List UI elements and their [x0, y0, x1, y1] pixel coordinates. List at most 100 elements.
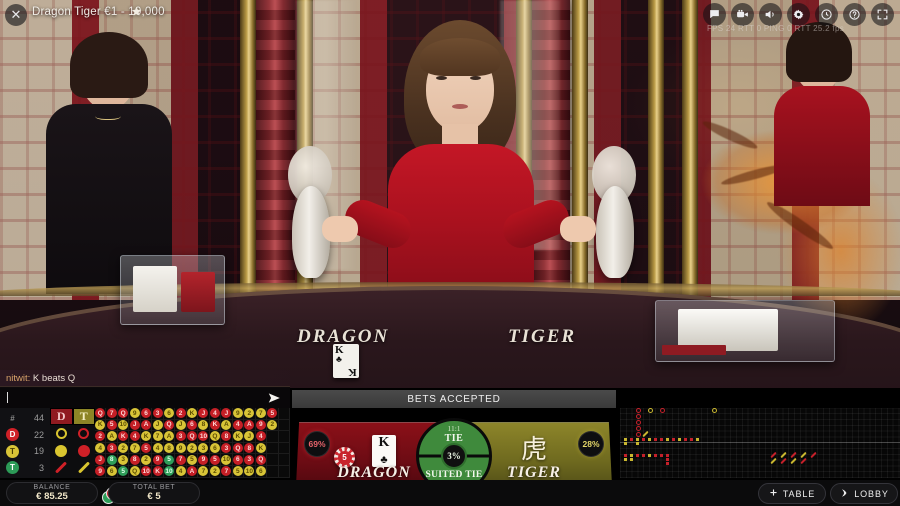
bead-result-t: 4: [95, 443, 106, 454]
bead-result-d: 6: [141, 408, 152, 419]
bead-result-t: 5: [186, 454, 197, 465]
bead-road-cell: 6: [209, 442, 222, 455]
bead-result-d: Q: [186, 431, 197, 442]
total-bet-display[interactable]: TOTAL BET € 5: [108, 482, 200, 504]
bead-road-cell: 3: [175, 431, 187, 443]
bead-result-d: J: [198, 408, 209, 419]
bead-road-cell: 6: [186, 419, 199, 432]
help-question-icon[interactable]: [843, 3, 866, 26]
video-camera-icon[interactable]: [731, 3, 754, 26]
bead-road-cell: 6: [255, 465, 268, 478]
bead-road-cell: 7: [152, 431, 164, 443]
road-mark: [642, 454, 645, 457]
bead-result-t: 2: [209, 466, 220, 477]
bead-road-cell: K: [140, 431, 153, 443]
balance-display[interactable]: BALANCE € 85.25: [6, 482, 98, 504]
bead-result-d: J: [129, 419, 140, 430]
bead-result-t: 10: [244, 466, 255, 477]
bead-road-cell: 7: [221, 465, 233, 478]
bead-road-cell: 2: [244, 408, 256, 420]
statistics-badge: #: [10, 413, 15, 423]
bead-road-cell: [267, 454, 279, 466]
bead-road-cell: [267, 431, 279, 443]
favourite-star-icon[interactable]: [131, 6, 142, 20]
bead-result-d: 3: [221, 443, 232, 454]
bead-road-cell: A: [140, 419, 153, 432]
bead-result-d: A: [186, 466, 197, 477]
bead-result-d: Q: [95, 408, 106, 419]
bead-road-cell: 9: [95, 465, 107, 478]
bead-result-tie: 10: [164, 466, 175, 477]
bead-road-cell: 4: [152, 442, 164, 455]
send-paper-plane-icon[interactable]: [267, 391, 281, 405]
roadmap-left-panel: #44 D 22 T 19 T 3 D T Q7Q963 6 2 K J 4 J…: [0, 408, 290, 478]
road-mark: [660, 408, 665, 413]
bead-road-cell: J: [221, 408, 233, 420]
chat-input-row[interactable]: [0, 386, 290, 408]
bead-road-cell: Q: [163, 419, 176, 432]
bead-road-cell: 10: [140, 465, 153, 478]
bead-road-cell: 8: [244, 442, 256, 455]
road-mark: [624, 438, 627, 441]
chat-icon[interactable]: [703, 3, 726, 26]
bead-result-t: 3: [118, 454, 129, 465]
bead-result-t: A: [221, 419, 232, 430]
sound-icon[interactable]: [759, 3, 782, 26]
tie-percent-badge: 3%: [441, 443, 467, 469]
bead-result-t: 7: [198, 466, 209, 477]
bead-road-cell: K: [232, 431, 245, 443]
bead-result-t: 4: [175, 466, 186, 477]
road-mark: [642, 438, 645, 441]
bead-road-cell: Q: [117, 408, 130, 420]
fullscreen-icon[interactable]: [871, 3, 894, 26]
bead-result-t: 2: [141, 454, 152, 465]
bead-road-cell: 4: [255, 431, 268, 443]
lobby-label: LOBBY: [854, 488, 889, 499]
bead-result-d: K: [152, 466, 163, 477]
road-mark: [712, 408, 717, 413]
statistics-row: #44: [0, 411, 50, 426]
settings-gear-icon[interactable]: [787, 3, 810, 26]
bead-result-t: 9: [232, 408, 243, 419]
bead-road-cell: J: [152, 419, 164, 432]
chat-input[interactable]: [8, 392, 267, 403]
close-game-button[interactable]: ✕: [5, 4, 27, 26]
bead-road-cell: 3: [117, 454, 130, 466]
bead-road-cell: 7: [106, 408, 118, 420]
history-clock-icon[interactable]: [815, 3, 838, 26]
plus-icon: [769, 488, 778, 499]
bead-result-tie: 8: [106, 454, 117, 465]
suited-tie-label: SUITED TIE: [425, 470, 483, 480]
bead-road-cell: Q: [255, 454, 268, 466]
bead-result-d: 5: [106, 419, 117, 430]
bead-road-cell: 5: [209, 454, 222, 466]
bead-road-cell: 4: [209, 408, 222, 420]
statistics-badge: T: [6, 444, 19, 458]
bead-road-grid[interactable]: Q 7 Q 9 6 3 6 2 K J 4 J 9 2 7 5 K 5 10 J A J Q J 6 8 K A 4 A 9 2 2 A K 4 K 7 A…: [95, 408, 290, 478]
bead-road-cell: K: [95, 419, 107, 432]
legend-ring-row: [50, 425, 95, 442]
bead-road-cell: 10: [244, 465, 256, 478]
ring-yellow-icon: [55, 428, 67, 439]
bead-road-cell: 2: [95, 431, 107, 443]
bead-result-d: 4: [129, 431, 140, 442]
chip-value: 5: [337, 450, 352, 465]
balance-label: BALANCE: [33, 483, 71, 491]
statistics-value: 44: [33, 413, 44, 424]
lobby-button[interactable]: LOBBY: [830, 483, 898, 504]
add-table-button[interactable]: TABLE: [758, 483, 826, 504]
road-mark: [648, 408, 653, 413]
statistics-row: T3: [0, 460, 50, 475]
statistics-row: D 22: [0, 427, 50, 442]
bead-road-cell: 9: [175, 442, 187, 455]
bead-result-d: A: [141, 419, 152, 430]
dealt-card-suit: ♣: [336, 354, 342, 364]
bead-road-cell: J: [244, 431, 256, 443]
derived-roads-panel[interactable]: [620, 408, 900, 478]
bead-result-d: 7: [106, 408, 117, 419]
bead-road-cell: 4: [129, 431, 141, 443]
road-mark: [678, 438, 681, 441]
bead-result-tie: 5: [118, 466, 129, 477]
bead-road-cell: 10: [221, 454, 233, 466]
game-title: Dragon Tiger €1 - 10,000: [32, 6, 165, 18]
